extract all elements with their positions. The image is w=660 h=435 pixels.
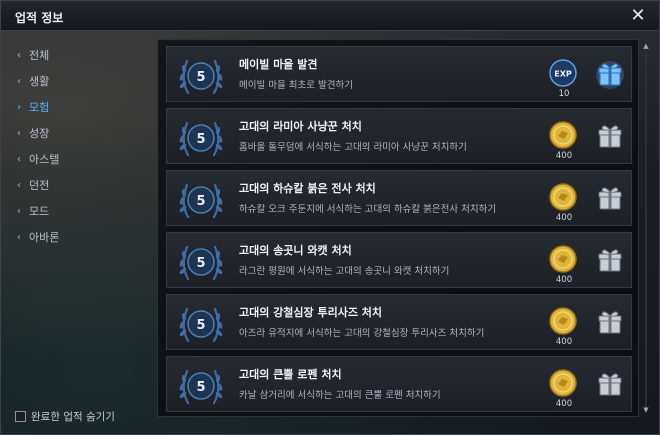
achievement-card[interactable]: 5 고대의 강철심장 투리사즈 처치아즈라 유적지에 서식하는 고대의 강철심장 … xyxy=(166,294,632,350)
category-sidebar: ‹ 전체 ‹ 생활 › 모험 ‹ 성장 ‹ 아스텔 ‹ 던전 ‹ 모드 ‹ 아바론 xyxy=(17,43,147,251)
gift-box-icon[interactable] xyxy=(595,245,625,275)
achievement-description: 메이빌 마을 최초로 발견하기 xyxy=(239,80,353,91)
gift-box-icon[interactable] xyxy=(595,369,625,399)
achievement-level: 5 xyxy=(196,318,205,333)
reward-amount: 400 xyxy=(555,399,573,409)
achievement-list: 5 메이빌 마을 발견메이빌 마을 최초로 발견하기 EXP 10 5 고대의 라미아 사… xyxy=(157,39,639,417)
gift-box-glow-icon[interactable] xyxy=(595,59,625,89)
chevron-left-icon: ‹ xyxy=(17,50,21,61)
sidebar-item-label: 모험 xyxy=(29,101,50,114)
achievement-card[interactable]: 5 메이빌 마을 발견메이빌 마을 최초로 발견하기 EXP 10 xyxy=(166,46,632,102)
sidebar-item-astel[interactable]: ‹ 아스텔 xyxy=(17,147,147,173)
scrollbar[interactable]: ▲ ▼ xyxy=(642,39,650,417)
achievement-description: 아즈라 유적지에 서식하는 고대의 강철심장 투리사즈 처치하기 xyxy=(239,328,485,339)
achievement-title: 메이빌 마을 발견 xyxy=(239,58,318,71)
achievement-description: 홈바울 돌무덤에 서식하는 고대의 라미아 사냥꾼 처치하기 xyxy=(239,142,467,153)
achievement-medal-icon: 5 xyxy=(179,245,223,281)
reward-amount: 10 xyxy=(558,89,570,99)
gold-coin-icon xyxy=(549,369,577,397)
achievement-title: 고대의 송곳니 와캣 처치 xyxy=(239,244,352,257)
hide-completed-label: 완료한 업적 숨기기 xyxy=(31,411,115,423)
achievement-medal-icon: 5 xyxy=(179,59,223,95)
sidebar-item-mode[interactable]: ‹ 모드 xyxy=(17,199,147,225)
achievement-description: 카날 삼거리에 서식하는 고대의 큰뿔 로펜 처치하기 xyxy=(239,390,441,401)
achievement-medal-icon: 5 xyxy=(179,121,223,157)
chevron-left-icon: ‹ xyxy=(17,232,21,243)
achievement-card[interactable]: 5 고대의 라미아 사냥꾼 처치홈바울 돌무덤에 서식하는 고대의 라미아 사냥꾼… xyxy=(166,108,632,164)
hide-completed-toggle[interactable]: 완료한 업적 숨기기 xyxy=(15,409,115,424)
sidebar-item-label: 성장 xyxy=(29,127,50,140)
achievement-level: 5 xyxy=(196,194,205,209)
sidebar-item-all[interactable]: ‹ 전체 xyxy=(17,43,147,69)
hide-completed-checkbox[interactable] xyxy=(15,411,26,422)
achievement-level: 5 xyxy=(196,70,205,85)
reward-amount: 400 xyxy=(555,151,573,161)
chevron-left-icon: ‹ xyxy=(17,180,21,191)
sidebar-item-label: 생활 xyxy=(29,75,50,88)
chevron-left-icon: ‹ xyxy=(17,206,21,217)
achievement-medal-icon: 5 xyxy=(179,307,223,343)
sidebar-item-life[interactable]: ‹ 생활 xyxy=(17,69,147,95)
sidebar-item-dungeon[interactable]: ‹ 던전 xyxy=(17,173,147,199)
achievement-level: 5 xyxy=(196,380,205,395)
achievement-card[interactable]: 5 고대의 송곳니 와캣 처치라그란 평원에 서식하는 고대의 송곳니 와캣 처치… xyxy=(166,232,632,288)
gift-box-icon[interactable] xyxy=(595,183,625,213)
achievement-level: 5 xyxy=(196,132,205,147)
exp-icon: EXP xyxy=(549,59,577,87)
achievement-title: 고대의 강철심장 투리사즈 처치 xyxy=(239,306,383,319)
gold-coin-icon xyxy=(549,183,577,211)
achievement-level: 5 xyxy=(196,256,205,271)
title-bar[interactable]: 업적 정보 ✕ xyxy=(1,1,659,31)
achievement-title: 고대의 하슈칼 붉은 전사 처치 xyxy=(239,182,376,195)
gift-box-icon[interactable] xyxy=(595,121,625,151)
achievement-description: 라그란 평원에 서식하는 고대의 송곳니 와캣 처치하기 xyxy=(239,266,450,277)
scroll-up-arrow-icon[interactable]: ▲ xyxy=(642,43,650,50)
sidebar-item-adventure[interactable]: › 모험 xyxy=(17,95,147,121)
chevron-left-icon: ‹ xyxy=(17,76,21,87)
chevron-left-icon: ‹ xyxy=(17,154,21,165)
achievement-medal-icon: 5 xyxy=(179,369,223,405)
sidebar-item-label: 전체 xyxy=(29,49,50,62)
sidebar-item-label: 던전 xyxy=(29,179,50,192)
sidebar-item-label: 아스텔 xyxy=(29,153,60,166)
reward-amount: 400 xyxy=(555,337,573,347)
window-title: 업적 정보 xyxy=(15,11,64,25)
achievement-medal-icon: 5 xyxy=(179,183,223,219)
chevron-right-icon: › xyxy=(17,102,21,113)
reward-amount: 400 xyxy=(555,275,573,285)
gold-coin-icon xyxy=(549,307,577,335)
exp-label: EXP xyxy=(554,70,572,79)
gold-coin-icon xyxy=(549,121,577,149)
achievement-title: 고대의 라미아 사냥꾼 처치 xyxy=(239,120,362,133)
achievement-card[interactable]: 5 고대의 큰뿔 로펜 처치카날 삼거리에 서식하는 고대의 큰뿔 로펜 처치하기… xyxy=(166,356,632,412)
reward-amount: 400 xyxy=(555,213,573,223)
chevron-left-icon: ‹ xyxy=(17,128,21,139)
sidebar-item-label: 아바론 xyxy=(29,231,60,244)
sidebar-item-avalon[interactable]: ‹ 아바론 xyxy=(17,225,147,251)
gold-coin-icon xyxy=(549,245,577,273)
achievement-title: 고대의 큰뿔 로펜 처치 xyxy=(239,368,342,381)
achievement-description: 하슈칼 오크 주둔지에 서식하는 고대의 하슈칼 붉은전사 처치하기 xyxy=(239,204,497,215)
scroll-down-arrow-icon[interactable]: ▼ xyxy=(642,407,650,414)
close-icon[interactable]: ✕ xyxy=(627,5,649,27)
gift-box-icon[interactable] xyxy=(595,307,625,337)
sidebar-item-label: 모드 xyxy=(29,205,50,218)
scrollbar-track[interactable] xyxy=(645,51,647,411)
achievement-card[interactable]: 5 고대의 하슈칼 붉은 전사 처치하슈칼 오크 주둔지에 서식하는 고대의 하슈… xyxy=(166,170,632,226)
achievement-window: 업적 정보 ✕ ‹ 전체 ‹ 생활 › 모험 ‹ 성장 ‹ 아스텔 ‹ 던전 ‹ 모드 ‹ 아바… xyxy=(0,0,660,435)
sidebar-item-growth[interactable]: ‹ 성장 xyxy=(17,121,147,147)
